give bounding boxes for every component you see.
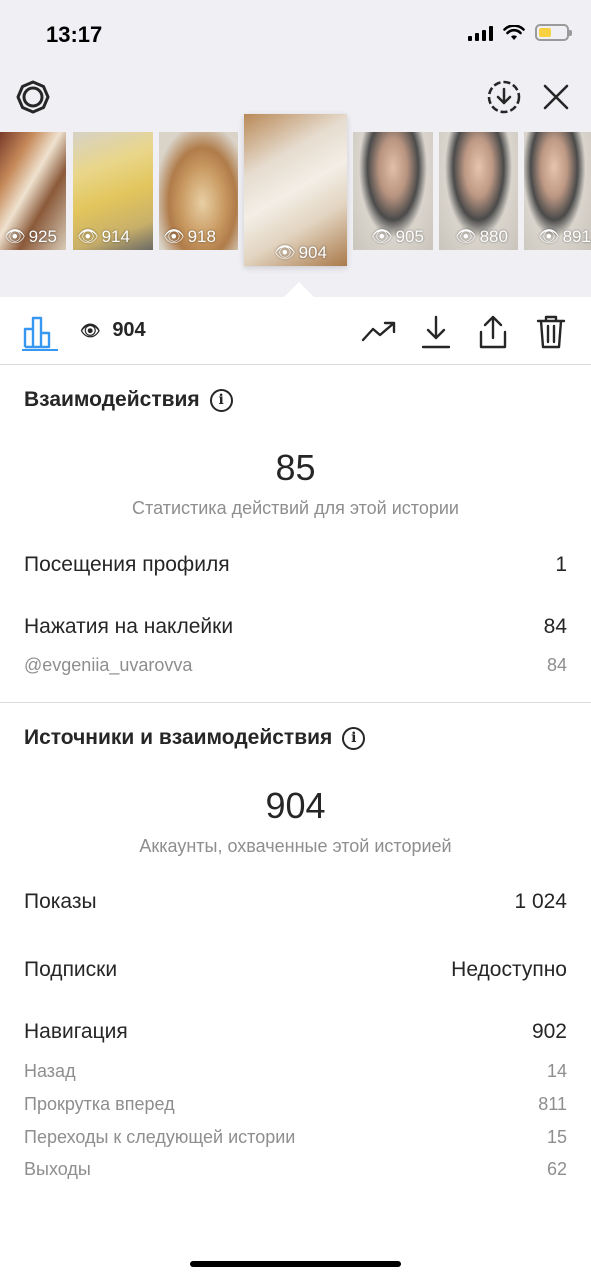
forward-label: Прокрутка вперед [24, 1094, 175, 1114]
next-story-value: 15 [546, 1127, 567, 1147]
story-thumbnail[interactable]: 👁 905 [353, 132, 433, 250]
info-icon[interactable]: i [342, 726, 366, 750]
next-story-row: Переходы к следующей истории 15 [24, 1127, 567, 1148]
sticker-taps-value: 84 [543, 615, 567, 638]
thumbnail-views: 👁 914 [77, 227, 130, 246]
tab-viewers[interactable]: 👁 904 [80, 319, 146, 342]
interactions-section-title: Взаимодействия i [24, 388, 233, 412]
interactions-caption: Статистика действий для этой истории [132, 498, 459, 518]
eye-icon: 👁 [163, 227, 185, 246]
wifi-icon [503, 24, 525, 40]
thumbnail-views: 👁 925 [4, 227, 57, 246]
save-story-button[interactable] [485, 78, 523, 116]
share-button[interactable] [475, 314, 511, 350]
profile-visits-row: Посещения профиля 1 [24, 553, 567, 577]
sticker-taps-row: Нажатия на наклейки 84 [24, 615, 567, 639]
mention-label: @evgeniia_uvarovva [24, 655, 193, 675]
reach-total: 904 [265, 785, 326, 826]
story-thumbnail-selected[interactable]: 👁 904 [244, 114, 347, 266]
story-thumbnail[interactable]: 👁 925 [0, 132, 66, 250]
status-time: 13:17 [46, 22, 103, 47]
status-icons [468, 24, 572, 41]
follows-label: Подписки [24, 958, 118, 981]
interactions-total: 85 [275, 447, 316, 488]
story-thumbnail[interactable]: 👁 918 [159, 132, 238, 250]
battery-icon [535, 24, 572, 41]
active-tab-indicator [22, 349, 58, 351]
story-thumbnail[interactable]: 👁 891 [524, 132, 591, 250]
trending-up-icon [361, 321, 396, 342]
profile-visits-label: Посещения профиля [24, 553, 230, 576]
stories-strip: 👁 925 👁 914 👁 918 👁 904 👁 905 👁 880 👁 891 [0, 114, 591, 270]
eye-icon: 👁 [538, 227, 560, 246]
discovery-title-text: Источники и взаимодействия [24, 726, 333, 749]
impressions-row: Показы 1 024 [24, 890, 567, 914]
back-value: 14 [546, 1061, 567, 1081]
close-button[interactable] [537, 78, 575, 116]
download-icon [421, 315, 451, 349]
download-button[interactable] [418, 314, 454, 350]
sticker-taps-label: Нажатия на наклейки [24, 615, 234, 638]
reach-caption: Аккаунты, охваченные этой историей [139, 836, 452, 856]
eye-icon: 👁 [77, 227, 99, 246]
navigation-row: Навигация 902 [24, 1020, 567, 1044]
exits-value: 62 [546, 1159, 567, 1179]
thumbnail-views: 👁 904 [274, 243, 327, 262]
story-archive-header: 13:17 👁 925 👁 914 👁 918 👁 904 👁 905 👁 88… [0, 0, 591, 297]
share-icon [479, 315, 507, 349]
tab-insights[interactable] [22, 314, 58, 350]
navigation-label: Навигация [24, 1020, 128, 1043]
forward-value: 811 [538, 1094, 567, 1114]
back-label: Назад [24, 1061, 76, 1081]
eye-icon: 👁 [274, 243, 296, 262]
home-indicator[interactable] [190, 1261, 401, 1267]
mention-sticker-row: @evgeniia_uvarovva 84 [24, 655, 567, 676]
viewers-count: 904 [112, 319, 146, 341]
discovery-section-title: Источники и взаимодействия i [24, 726, 366, 750]
selection-caret [284, 282, 314, 297]
download-dashed-icon [487, 80, 521, 114]
trash-icon [536, 315, 566, 349]
follows-value: Недоступно [451, 958, 567, 981]
eye-icon: 👁 [455, 227, 477, 246]
story-thumbnail[interactable]: 👁 880 [439, 132, 518, 250]
story-thumbnail[interactable]: 👁 914 [73, 132, 153, 250]
follows-row: Подписки Недоступно [24, 958, 567, 982]
bar-chart-icon [23, 316, 51, 349]
insights-toolbar: 👁 904 [0, 297, 591, 365]
exits-row: Выходы 62 [24, 1159, 567, 1180]
exits-label: Выходы [24, 1159, 91, 1179]
info-icon[interactable]: i [209, 388, 233, 412]
delete-button[interactable] [533, 314, 569, 350]
eye-icon: 👁 [371, 227, 393, 246]
navigation-value: 902 [531, 1020, 567, 1043]
impressions-value: 1 024 [514, 890, 567, 913]
close-icon [543, 84, 569, 110]
forward-row: Прокрутка вперед 811 [24, 1094, 567, 1115]
next-story-label: Переходы к следующей истории [24, 1127, 296, 1147]
thumbnail-views: 👁 918 [163, 227, 216, 246]
thumbnail-views: 👁 905 [371, 227, 424, 246]
interactions-title-text: Взаимодействия [24, 388, 200, 411]
thumbnail-views: 👁 880 [455, 227, 508, 246]
profile-visits-value: 1 [555, 553, 567, 576]
thumbnail-views: 👁 891 [538, 227, 591, 246]
section-divider [0, 702, 591, 703]
mention-value: 84 [546, 655, 567, 675]
eye-icon: 👁 [4, 227, 26, 246]
gear-icon [16, 80, 50, 114]
eye-icon: 👁 [80, 322, 101, 340]
impressions-label: Показы [24, 890, 97, 913]
signal-icon [468, 25, 493, 41]
back-row: Назад 14 [24, 1061, 567, 1082]
promote-button[interactable] [361, 314, 397, 350]
settings-button[interactable] [14, 78, 52, 116]
